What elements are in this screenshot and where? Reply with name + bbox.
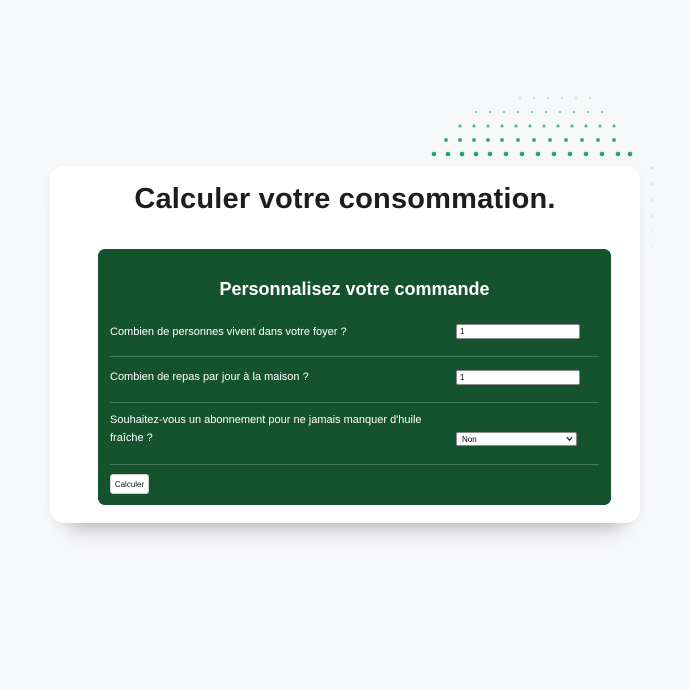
divider [110,402,599,403]
decorative-dot [589,97,591,99]
decorative-dot [558,110,562,114]
decorative-dot [486,138,490,142]
decorative-dot [530,110,534,114]
decorative-dot [612,124,616,128]
decorative-dot [586,110,590,114]
meals-per-day-label: Combien de repas par jour à la maison ? [110,371,309,383]
decorative-dot [502,110,506,114]
decorative-dot [561,97,563,99]
decorative-dot [612,138,616,142]
decorative-dot [651,167,653,169]
decorative-dot [474,110,478,114]
decorative-dot [651,199,653,201]
decorative-dot [519,151,525,157]
decorative-dot [651,215,653,217]
decorative-dot [651,231,653,233]
decorative-dot [458,124,462,128]
decorative-dot [533,97,535,99]
decorative-dot [583,151,589,157]
decorative-dot [516,110,520,114]
subscription-select[interactable]: Non [456,432,577,446]
decorative-dot [599,151,605,157]
decorative-dot [548,138,552,142]
decorative-dot [516,138,520,142]
household-size-input[interactable] [456,324,580,339]
decorative-dot [600,110,604,114]
decorative-dot [547,97,549,99]
decorative-dot [580,138,584,142]
decorative-dot [551,151,557,157]
decorative-dot [567,151,573,157]
decorative-dot [596,138,600,142]
decorative-dot [532,138,536,142]
decorative-dot [598,124,602,128]
decorative-dot [500,138,504,142]
decorative-dot [514,124,518,128]
decorative-dot [575,97,577,99]
divider [110,356,599,357]
decorative-dot [535,151,541,157]
meals-per-day-input[interactable] [456,370,580,385]
decorative-dot [556,124,560,128]
decorative-dot [584,124,588,128]
decorative-dot [542,124,546,128]
decorative-dot [651,183,653,185]
subscription-label: Souhaitez-vous un abonnement pour ne jam… [110,414,422,444]
decorative-dot [459,151,465,157]
decorative-dot [500,124,504,128]
decorative-dot [651,245,653,247]
decorative-dot [487,151,493,157]
decorative-dot [570,124,574,128]
decorative-dot [445,151,451,157]
decorative-dot [431,151,437,157]
decorative-dot [458,138,462,142]
page-title: Calculer votre consommation. [134,183,556,215]
page: Calculer votre consommation. Personnalis… [0,0,690,690]
order-form-panel: Personnalisez votre commande Combien de … [98,249,611,505]
decorative-dot [444,138,448,142]
decorative-dot [473,151,479,157]
decorative-dot [627,151,633,157]
calculator-card: Calculer votre consommation. Personnalis… [50,166,640,523]
chevron-down-icon [566,436,573,442]
decorative-dot [503,151,509,157]
divider [110,464,599,465]
decorative-dot [488,110,492,114]
decorative-dot [519,97,521,99]
decorative-dot [615,151,621,157]
decorative-dot [544,110,548,114]
decorative-dot [572,110,576,114]
decorative-dot [528,124,532,128]
decorative-dot [472,138,476,142]
subscription-select-value: Non [462,435,477,444]
decorative-dot [486,124,490,128]
form-heading: Personnalisez votre commande [219,279,490,299]
decorative-dot [564,138,568,142]
decorative-dot [472,124,476,128]
household-size-label: Combien de personnes vivent dans votre f… [110,326,347,338]
calculate-button[interactable]: Calculer [110,474,149,494]
